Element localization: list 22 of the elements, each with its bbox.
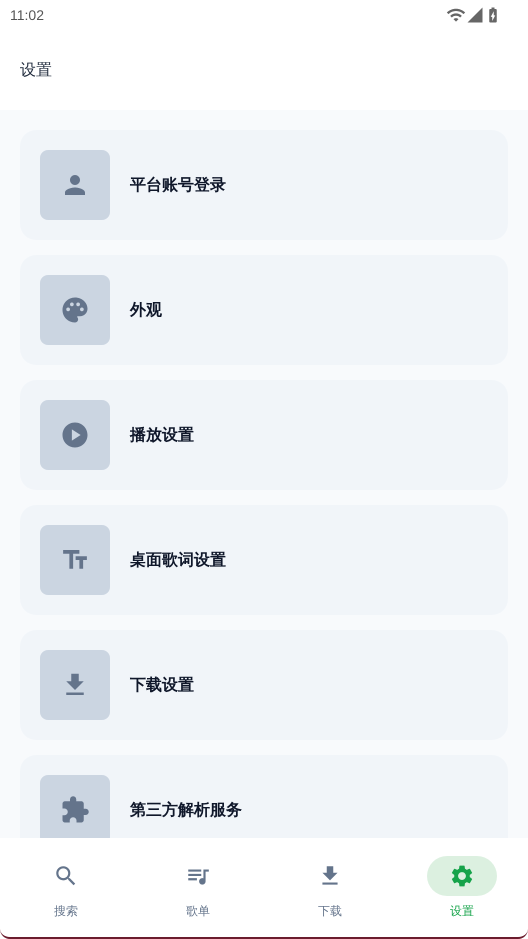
play-icon (60, 420, 90, 450)
settings-icon (449, 862, 475, 888)
puzzle-piece-icon (60, 795, 90, 825)
settings-label: 播放设置 (130, 424, 194, 446)
settings-card[interactable]: 平台账号登录 (20, 130, 508, 240)
status-time: 11:02 (10, 6, 44, 24)
settings-label: 平台账号登录 (130, 174, 226, 196)
settings-label: 下载设置 (130, 674, 194, 696)
settings-card[interactable]: 第三方解析服务 (20, 755, 508, 838)
nav-tab[interactable]: 搜索 (0, 856, 132, 920)
signal-icon (466, 6, 484, 24)
settings-card[interactable]: 播放设置 (20, 380, 508, 490)
palette-icon (60, 295, 90, 325)
settings-card[interactable]: 外观 (20, 255, 508, 365)
page-title: 设置 (20, 59, 52, 81)
settings-card[interactable]: 桌面歌词设置 (20, 505, 508, 615)
settings-label: 第三方解析服务 (130, 799, 242, 821)
settings-label: 桌面歌词设置 (130, 549, 226, 571)
nav-tab[interactable]: 歌单 (132, 856, 264, 920)
settings-card[interactable]: 下载设置 (20, 630, 508, 740)
settings-label: 外观 (130, 299, 162, 321)
nav-tab[interactable]: 下载 (264, 856, 396, 920)
